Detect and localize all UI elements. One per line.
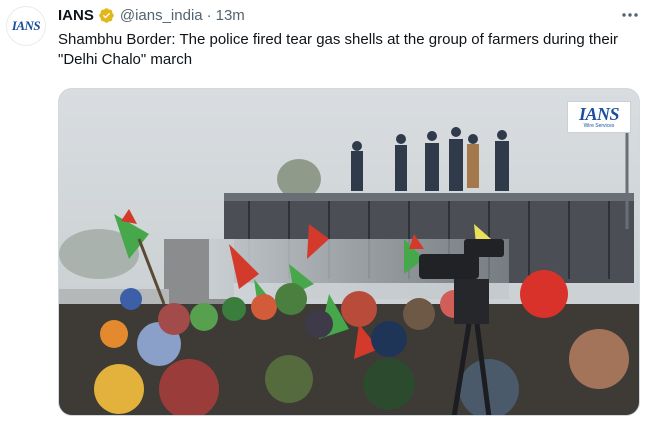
verified-badge-icon[interactable] bbox=[98, 7, 115, 24]
tweet-media-image[interactable]: IANS Wire Services bbox=[58, 88, 640, 416]
tweet-timestamp[interactable]: 13m bbox=[216, 7, 245, 24]
tweet-header: IANS @ians_india · 13m bbox=[58, 5, 245, 25]
watermark-logo-text: IANS bbox=[578, 104, 620, 124]
profile-avatar[interactable]: IANS bbox=[6, 6, 46, 46]
ians-watermark-logo: IANS Wire Services bbox=[567, 101, 631, 133]
tweet-card[interactable]: IANS IANS @ians_india · 13m Shambhu Bord… bbox=[0, 0, 645, 422]
protest-photo bbox=[59, 89, 639, 415]
more-options-icon[interactable] bbox=[620, 6, 640, 24]
tweet-body-text: Shambhu Border: The police fired tear ga… bbox=[58, 31, 619, 68]
header-separator: · bbox=[206, 6, 212, 24]
user-handle[interactable]: @ians_india bbox=[120, 7, 203, 24]
display-name[interactable]: IANS bbox=[58, 7, 94, 24]
avatar-logo-text: IANS bbox=[11, 18, 41, 33]
watermark-subtitle: Wire Services bbox=[583, 123, 615, 129]
